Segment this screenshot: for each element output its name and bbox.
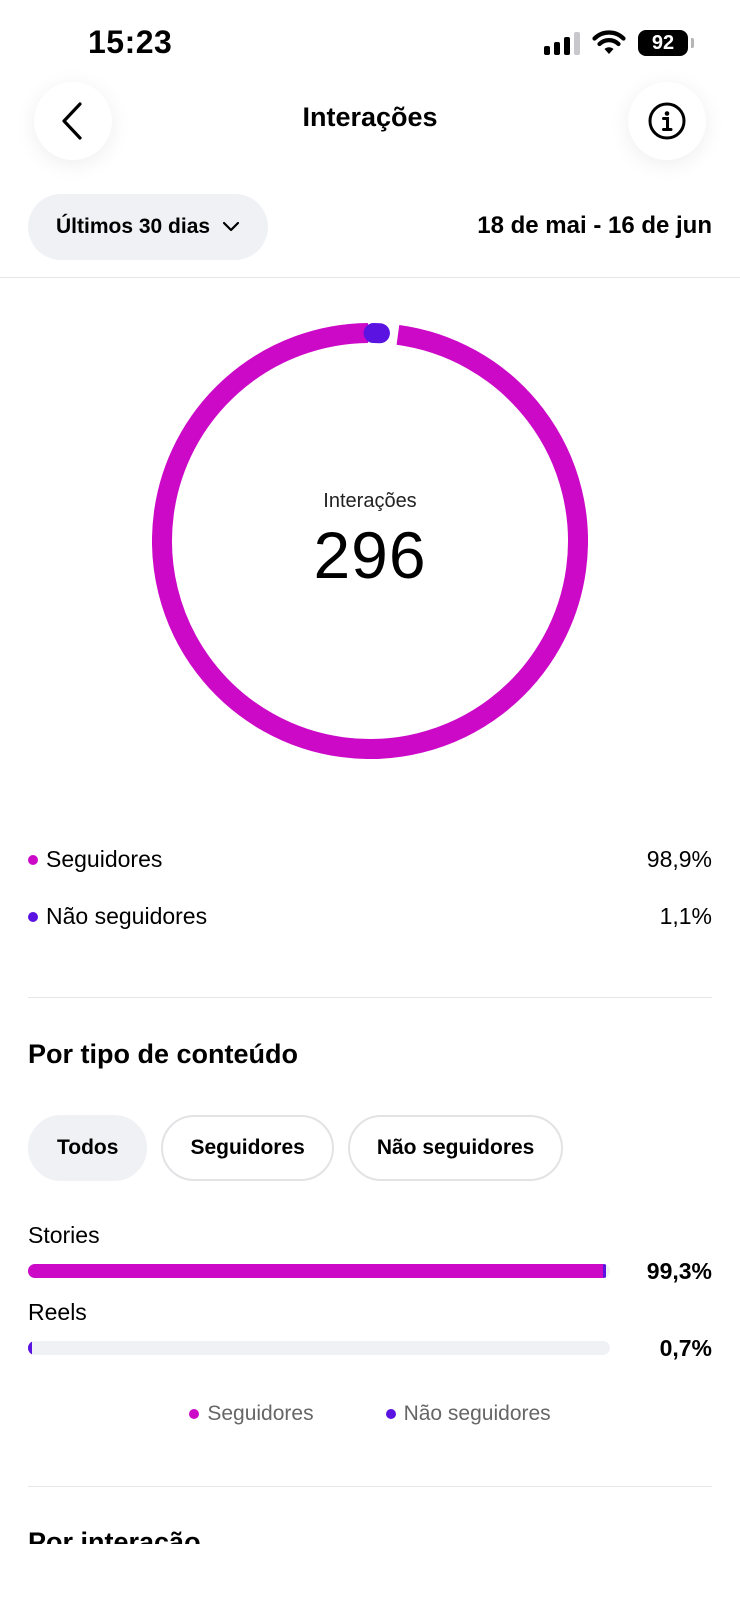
bar-track-reels: [28, 1341, 610, 1355]
cellular-signal-icon: [544, 31, 580, 55]
bar-value-stories: 99,3%: [646, 1258, 712, 1284]
info-button[interactable]: [628, 82, 706, 160]
legend-label: Seguidores: [46, 846, 163, 872]
legend-row-non-followers: Não seguidores 1,1%: [28, 903, 712, 930]
divider: [28, 1486, 712, 1487]
wifi-icon: [592, 30, 626, 54]
period-label: Últimos 30 dias: [56, 215, 211, 238]
bar-label-reels: Reels: [28, 1299, 87, 1325]
bar-legend-non-followers: Não seguidores: [385, 1402, 551, 1426]
legend-label: Não seguidores: [46, 903, 208, 929]
status-bar: 15:23 92: [0, 0, 740, 80]
battery-indicator: 92: [638, 30, 694, 56]
status-icons: 92: [544, 30, 694, 56]
bar-fill-stories: [28, 1264, 606, 1278]
bar-legend-label: Não seguidores: [403, 1402, 551, 1425]
bar-fill-reels: [28, 1341, 33, 1355]
legend-value: 98,9%: [646, 846, 712, 872]
section-title-by-interaction: Por interação: [28, 1527, 201, 1544]
battery-level: 92: [651, 31, 675, 54]
chevron-down-icon: [222, 221, 240, 232]
ring-label: Interações: [323, 489, 417, 512]
period-dropdown[interactable]: Últimos 30 dias: [28, 194, 269, 260]
ring-center: Interações 296: [152, 323, 588, 759]
chip-non-followers[interactable]: Não seguidores: [347, 1115, 564, 1181]
divider: [28, 997, 712, 998]
interactions-ring-chart: Interações 296: [151, 323, 588, 759]
status-time: 15:23: [88, 24, 173, 60]
date-range: 18 de mai - 16 de jun: [477, 212, 712, 239]
bar-label-stories: Stories: [28, 1222, 100, 1248]
bar-legend-followers: Seguidores: [189, 1402, 314, 1426]
audience-filter-chips: Todos Seguidores Não seguidores: [28, 1115, 564, 1181]
bar-legend-label: Seguidores: [207, 1402, 314, 1425]
followers-dot: [189, 1409, 200, 1419]
info-icon: [648, 102, 686, 140]
followers-dot: [28, 854, 38, 865]
non-followers-dot: [385, 1409, 396, 1419]
bar-legend: Seguidores Não seguidores: [0, 1402, 740, 1426]
chip-all[interactable]: Todos: [28, 1115, 148, 1181]
divider: [0, 277, 740, 278]
legend-value: 1,1%: [659, 903, 712, 929]
legend-row-followers: Seguidores 98,9%: [28, 846, 712, 873]
section-title-content-type: Por tipo de conteúdo: [28, 1039, 298, 1069]
total-interactions: 296: [313, 517, 427, 592]
non-followers-dot: [28, 911, 38, 922]
chip-followers[interactable]: Seguidores: [161, 1115, 334, 1181]
bar-track-stories: [28, 1264, 610, 1278]
bar-value-reels: 0,7%: [659, 1335, 712, 1361]
